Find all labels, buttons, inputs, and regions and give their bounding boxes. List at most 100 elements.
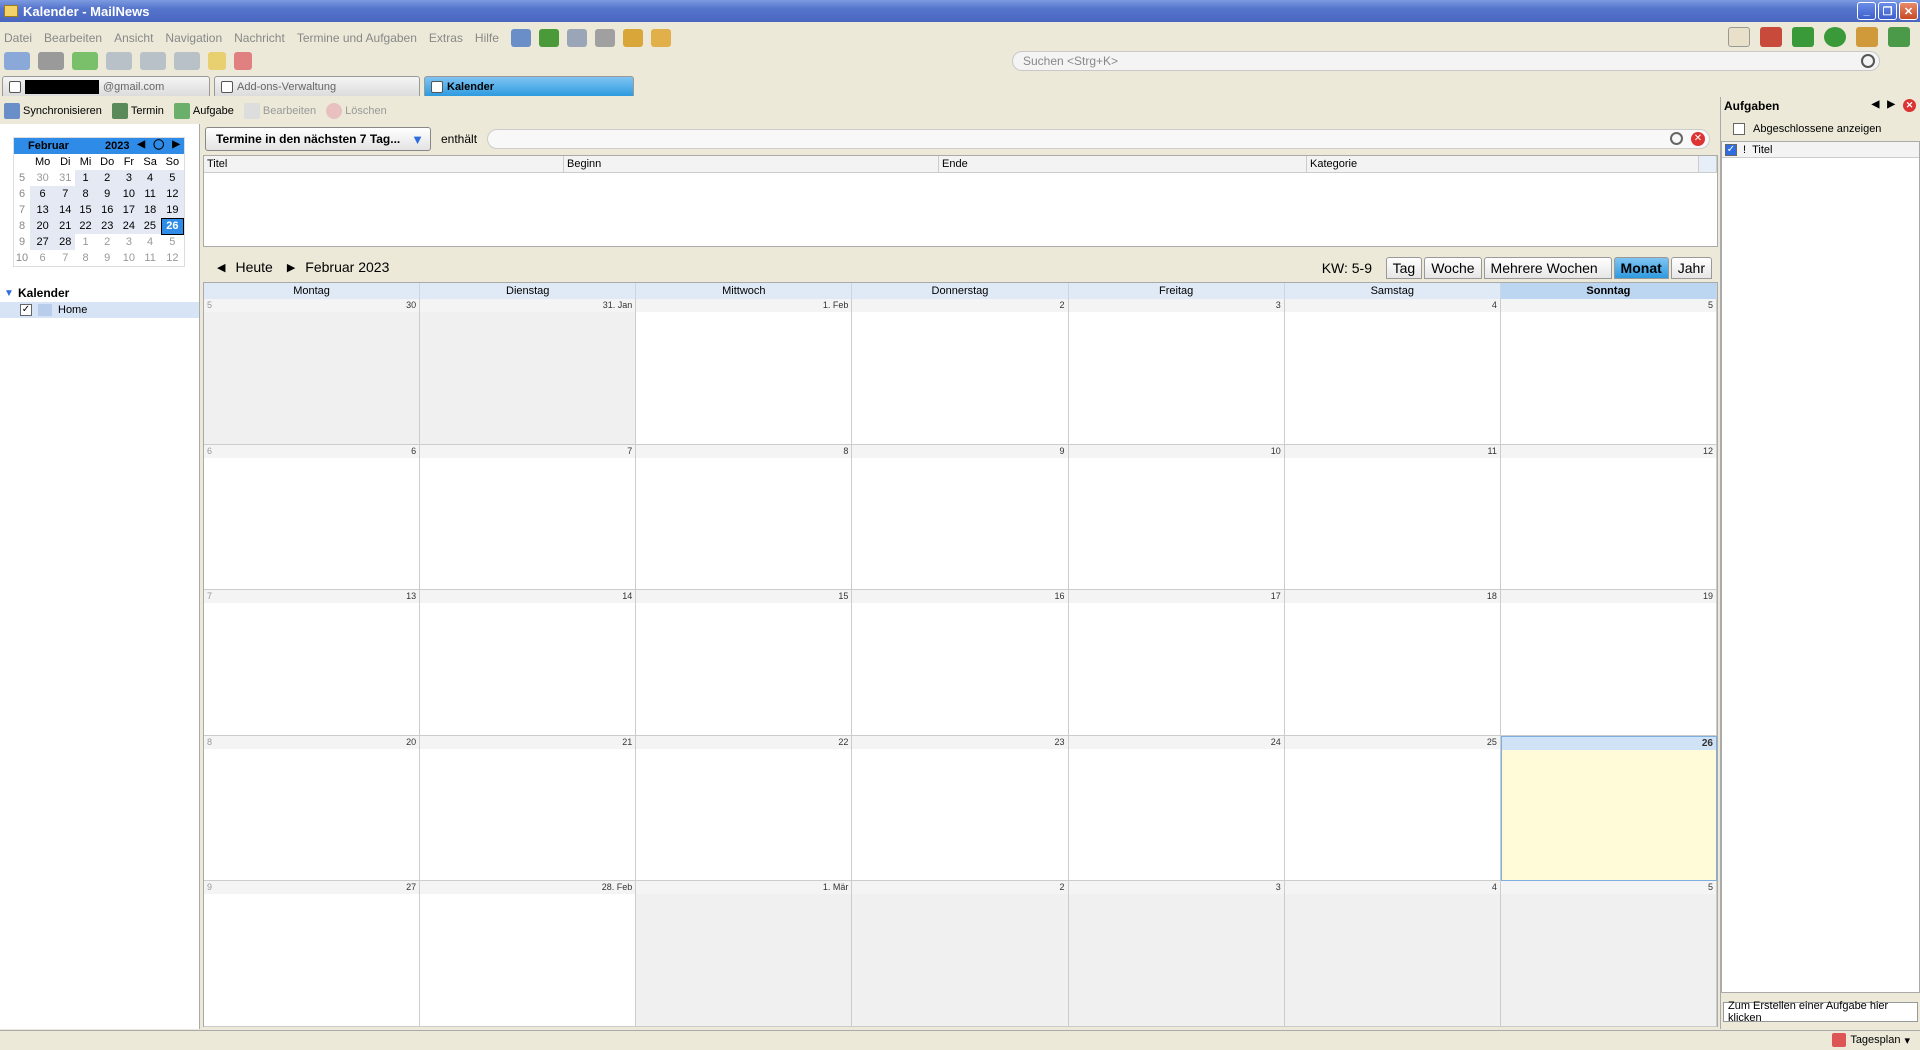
twisty-icon[interactable]: ▼: [4, 288, 14, 299]
day-cell[interactable]: 14: [420, 590, 637, 736]
mini-day[interactable]: 1: [75, 234, 95, 250]
day-cell[interactable]: 26: [1500, 735, 1717, 882]
day-cell[interactable]: 22: [636, 735, 853, 882]
mini-day[interactable]: 17: [118, 202, 139, 218]
apps-icon[interactable]: [1760, 27, 1782, 47]
day-number[interactable]: 21: [622, 737, 632, 748]
day-number[interactable]: 24: [1271, 737, 1281, 748]
search-icon[interactable]: [1861, 54, 1875, 68]
view-tab-jahr[interactable]: Jahr: [1670, 257, 1712, 279]
day-cell[interactable]: 31. Jan: [420, 299, 637, 445]
next-icon[interactable]: ▶: [287, 261, 295, 274]
day-cell[interactable]: 18: [1284, 590, 1501, 736]
mini-day[interactable]: 5: [161, 170, 184, 186]
day-number[interactable]: 9: [1060, 446, 1065, 457]
day-number[interactable]: 4: [1492, 882, 1497, 893]
day-number[interactable]: 23: [1055, 737, 1065, 748]
column-ende[interactable]: Ende: [939, 156, 1307, 172]
mini-day[interactable]: 4: [139, 170, 162, 186]
day-cell[interactable]: 23: [852, 735, 1069, 882]
tip-icon[interactable]: [208, 52, 226, 70]
day-number[interactable]: 26: [1702, 738, 1713, 749]
menu-datei[interactable]: Datei: [4, 31, 32, 45]
mini-day[interactable]: 21: [55, 218, 76, 234]
day-number[interactable]: 31. Jan: [603, 300, 633, 311]
day-cell[interactable]: 2: [852, 299, 1069, 445]
new-event-button[interactable]: Termin: [111, 103, 164, 119]
mini-day[interactable]: 1: [75, 170, 96, 186]
day-cell[interactable]: 3: [1068, 881, 1285, 1027]
mini-day[interactable]: 30: [30, 170, 55, 186]
mini-day[interactable]: 23: [95, 218, 119, 234]
mini-day[interactable]: 7: [55, 250, 75, 266]
search-icon[interactable]: [1670, 132, 1683, 145]
new-task-input[interactable]: Zum Erstellen einer Aufgabe hier klicken: [1723, 1000, 1918, 1024]
menu-bearbeiten[interactable]: Bearbeiten: [44, 31, 102, 45]
address-book-icon[interactable]: [72, 52, 98, 70]
tab-addons[interactable]: Add-ons-Verwaltung: [214, 76, 420, 96]
day-cell[interactable]: 4: [1284, 881, 1501, 1027]
column-kategorie[interactable]: Kategorie: [1307, 156, 1699, 172]
prev-month-icon[interactable]: ◀: [137, 139, 145, 150]
day-number[interactable]: 8: [843, 446, 848, 457]
mini-day[interactable]: 24: [118, 218, 139, 234]
day-number[interactable]: 2: [1060, 882, 1065, 893]
edit-button[interactable]: Bearbeiten: [243, 103, 316, 119]
day-number[interactable]: 17: [1271, 591, 1281, 602]
mini-day[interactable]: 3: [118, 170, 139, 186]
event-filter-dropdown[interactable]: Termine in den nächsten 7 Tag... ▼: [205, 127, 431, 151]
day-cell[interactable]: 16: [852, 590, 1069, 736]
day-number[interactable]: 28. Feb: [602, 882, 633, 893]
column-titel[interactable]: Titel: [204, 156, 564, 172]
close-button[interactable]: ✕: [1899, 2, 1918, 20]
mini-day[interactable]: 2: [96, 234, 119, 250]
day-number[interactable]: 22: [838, 737, 848, 748]
day-number[interactable]: 25: [1487, 737, 1497, 748]
mini-day[interactable]: 6: [30, 250, 55, 266]
display-icon[interactable]: [566, 29, 587, 47]
show-completed-checkbox[interactable]: [1733, 123, 1745, 135]
day-number[interactable]: 10: [1271, 446, 1281, 457]
day-cell[interactable]: 66: [204, 444, 421, 591]
view-tab-tag[interactable]: Tag: [1385, 257, 1423, 279]
mini-day[interactable]: 2: [95, 170, 119, 186]
calendar-list-header[interactable]: ▼ Kalender: [0, 284, 199, 302]
day-cell[interactable]: 15: [636, 590, 853, 736]
sync-button[interactable]: Synchronisieren: [4, 103, 102, 119]
view-tab-woche[interactable]: Woche: [1424, 257, 1482, 279]
menu-hilfe[interactable]: Hilfe: [475, 31, 499, 45]
day-cell[interactable]: 7: [420, 444, 637, 591]
mini-day[interactable]: 9: [96, 250, 119, 266]
day-cell[interactable]: 17: [1068, 590, 1285, 736]
notes-icon[interactable]: [1728, 27, 1750, 47]
new-task-button[interactable]: Aufgabe: [173, 103, 234, 119]
menu-ansicht[interactable]: Ansicht: [114, 31, 153, 45]
mini-day[interactable]: 3: [119, 234, 139, 250]
day-cell[interactable]: 5 30: [204, 299, 421, 445]
globe-icon[interactable]: [1824, 27, 1846, 47]
view-tab-monat[interactable]: Monat: [1613, 257, 1669, 279]
global-search-input[interactable]: Suchen <Strg+K>: [1012, 51, 1880, 71]
addons-icon[interactable]: [538, 29, 559, 47]
day-number[interactable]: 5: [1708, 882, 1713, 893]
day-number[interactable]: 5: [1708, 300, 1713, 311]
completed-column-icon[interactable]: ✓: [1725, 143, 1737, 156]
prev-pane-icon[interactable]: ◀: [1872, 99, 1880, 112]
write-icon[interactable]: [38, 52, 64, 70]
clear-icon[interactable]: ✕: [1691, 132, 1705, 146]
day-cell[interactable]: 12: [1500, 444, 1717, 591]
tools-icon[interactable]: [594, 29, 615, 47]
mini-day[interactable]: 18: [139, 202, 162, 218]
mini-day[interactable]: 12: [161, 250, 183, 266]
day-cell[interactable]: 28. Feb: [420, 881, 637, 1027]
accounts-icon[interactable]: [622, 29, 643, 47]
minimize-button[interactable]: _: [1857, 2, 1876, 20]
next-pane-icon[interactable]: ▶: [1887, 99, 1895, 112]
day-cell[interactable]: 1. Mär: [636, 881, 853, 1027]
mini-day[interactable]: 11: [139, 250, 161, 266]
day-number[interactable]: 12: [1703, 446, 1713, 457]
menu-termine[interactable]: Termine und Aufgaben: [297, 31, 417, 45]
mini-day[interactable]: 27: [30, 234, 56, 250]
close-pane-icon[interactable]: ✕: [1903, 99, 1916, 112]
day-number[interactable]: 11: [1488, 446, 1497, 457]
